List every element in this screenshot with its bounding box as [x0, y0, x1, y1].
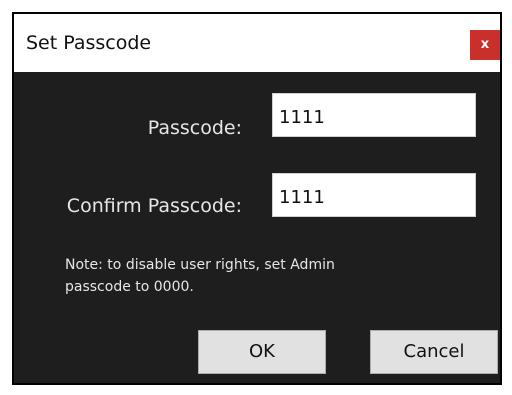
ok-button[interactable]: OK: [198, 330, 326, 374]
confirm-passcode-label: Confirm Passcode:: [66, 195, 242, 217]
cancel-button[interactable]: Cancel: [370, 330, 498, 374]
passcode-input[interactable]: [272, 93, 476, 137]
close-icon: x: [480, 37, 490, 52]
dialog-title: Set Passcode: [26, 32, 152, 54]
confirm-passcode-input[interactable]: [272, 173, 476, 217]
set-passcode-dialog: Set Passcode x Passcode: Confirm Passcod…: [12, 12, 502, 385]
note-text: Note: to disable user rights, set Admin …: [65, 257, 335, 295]
passcode-label: Passcode:: [147, 117, 242, 139]
title-bar: Set Passcode x: [14, 14, 500, 72]
close-button[interactable]: x: [470, 30, 500, 60]
